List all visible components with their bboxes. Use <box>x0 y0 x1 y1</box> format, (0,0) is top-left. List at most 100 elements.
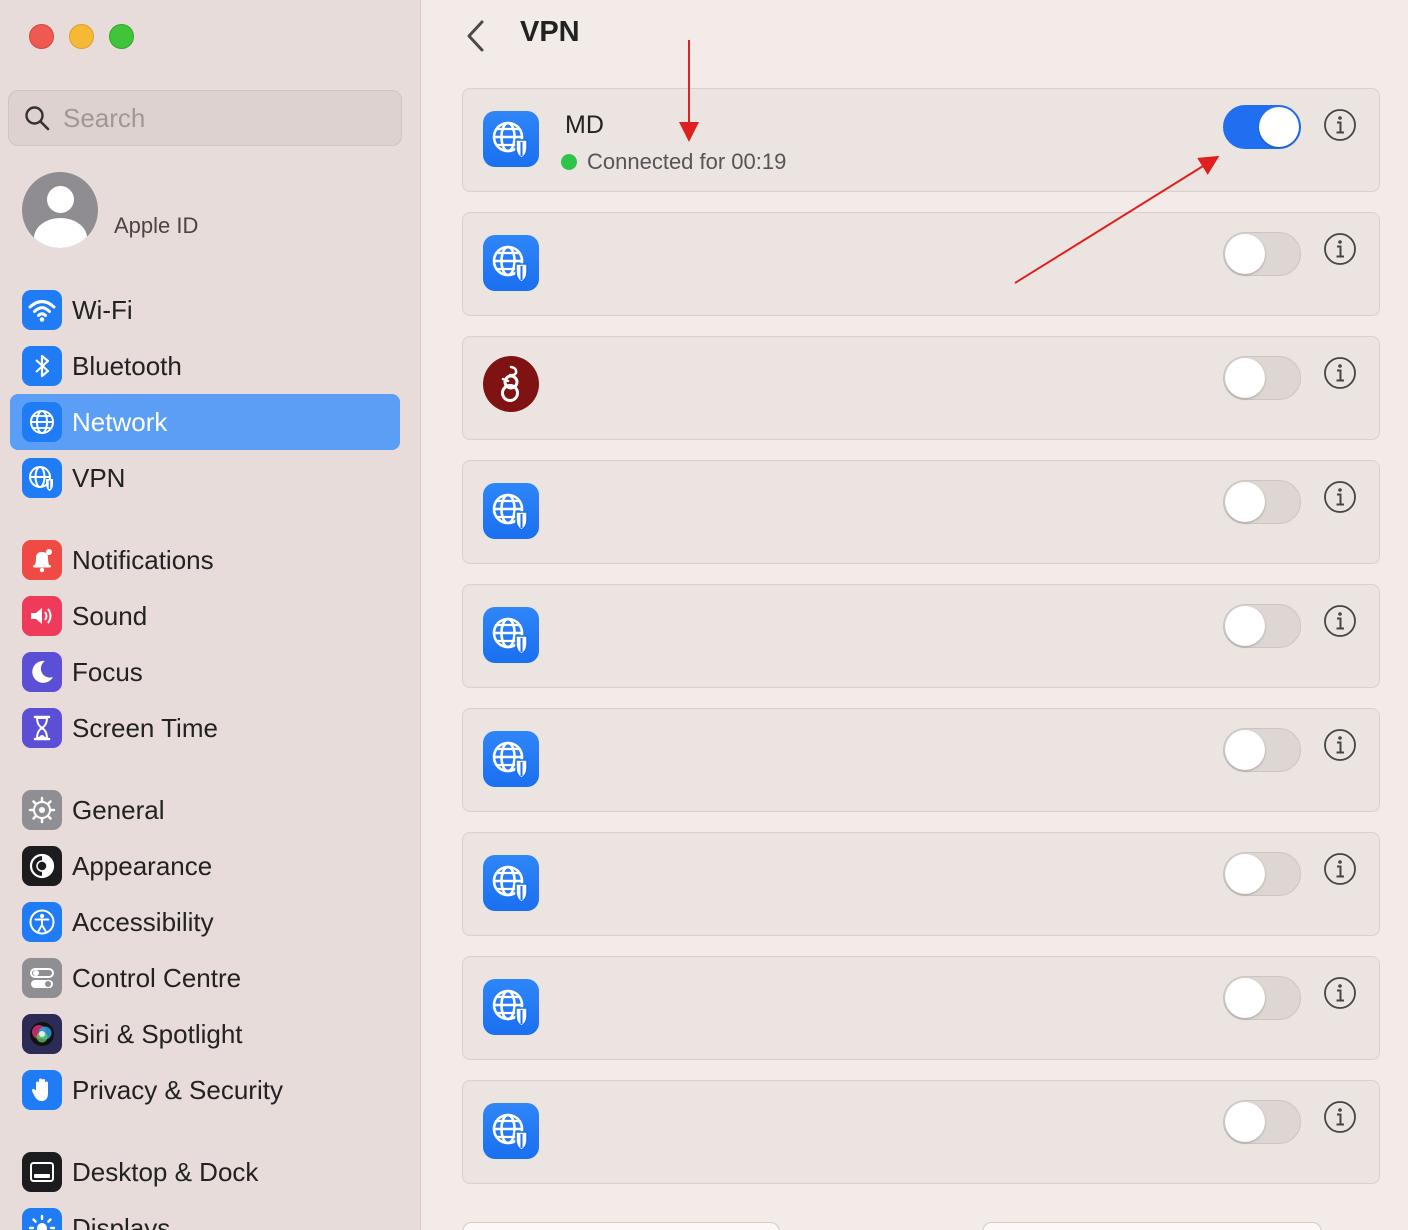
vpn-connection-row[interactable] <box>462 460 1380 564</box>
bluetooth-icon <box>22 346 62 386</box>
appearance-icon <box>22 846 62 886</box>
gear-icon <box>22 790 62 830</box>
info-icon[interactable] <box>1323 976 1357 1010</box>
sidebar-item-privacy-security[interactable]: Privacy & Security <box>10 1062 400 1118</box>
back-button[interactable] <box>460 18 490 54</box>
vpn-options-button[interactable] <box>982 1222 1322 1230</box>
hourglass-icon <box>22 708 62 748</box>
chevron-left-icon <box>467 20 484 52</box>
vpn-toggle[interactable] <box>1223 728 1301 772</box>
vpn-connection-row[interactable] <box>462 956 1380 1060</box>
vpn-toggle[interactable] <box>1223 480 1301 524</box>
siri-icon <box>22 1014 62 1054</box>
sidebar-item-focus[interactable]: Focus <box>10 644 400 700</box>
vpn-globe-icon <box>483 855 539 911</box>
vpn-connection-row[interactable] <box>462 832 1380 936</box>
vpn-toggle[interactable] <box>1223 232 1301 276</box>
sidebar-item-label: Displays <box>72 1212 171 1230</box>
sidebar-item-siri-spotlight[interactable]: Siri & Spotlight <box>10 1006 400 1062</box>
sidebar-item-desktop-dock[interactable]: Desktop & Dock <box>10 1144 400 1200</box>
sidebar-item-label: General <box>72 794 165 825</box>
sidebar-group-general: General Appearance Accessibility Control… <box>10 782 400 1118</box>
sidebar-item-label: Privacy & Security <box>72 1074 283 1105</box>
sidebar-item-label: Network <box>72 406 168 437</box>
sidebar: Apple ID Wi-Fi Bluetooth Network VPN <box>0 0 421 1230</box>
sidebar-item-label: Focus <box>72 656 143 687</box>
accessibility-icon <box>22 902 62 942</box>
vpn-connection-name: MD <box>565 111 604 139</box>
sidebar-item-vpn[interactable]: VPN <box>10 450 400 506</box>
sidebar-item-wifi[interactable]: Wi-Fi <box>10 282 400 338</box>
minimize-window-button[interactable] <box>69 24 94 49</box>
hand-icon <box>22 1070 62 1110</box>
vpn-connection-row[interactable] <box>462 708 1380 812</box>
bell-icon <box>22 540 62 580</box>
sidebar-item-displays[interactable]: Displays <box>10 1200 400 1230</box>
sidebar-item-sound[interactable]: Sound <box>10 588 400 644</box>
page-title: VPN <box>520 16 580 48</box>
vpn-toggle[interactable] <box>1223 105 1301 149</box>
info-icon[interactable] <box>1323 108 1357 142</box>
info-icon[interactable] <box>1323 480 1357 514</box>
vpn-globe-icon <box>483 607 539 663</box>
connected-status-dot <box>561 154 577 170</box>
sidebar-group-desktop: Desktop & Dock Displays <box>10 1144 400 1230</box>
main-content: VPN MD Connected for 00:19 <box>422 0 1408 1230</box>
search-icon <box>25 106 50 131</box>
vpn-globe-icon <box>483 483 539 539</box>
sidebar-item-appearance[interactable]: Appearance <box>10 838 400 894</box>
sidebar-item-label: Notifications <box>72 544 214 575</box>
sidebar-item-label: Sound <box>72 600 148 631</box>
sidebar-item-notifications[interactable]: Notifications <box>10 532 400 588</box>
moon-icon <box>22 652 62 692</box>
sun-icon <box>22 1208 62 1230</box>
vpn-toggle[interactable] <box>1223 1100 1301 1144</box>
vpn-globe-icon <box>483 235 539 291</box>
vpn-globe-icon <box>483 111 539 167</box>
vpn-connection-row[interactable] <box>462 1080 1380 1184</box>
sidebar-item-accessibility[interactable]: Accessibility <box>10 894 400 950</box>
add-vpn-configuration-button[interactable] <box>462 1222 780 1230</box>
sidebar-item-screen-time[interactable]: Screen Time <box>10 700 400 756</box>
vpn-globe-icon <box>22 458 62 498</box>
sidebar-item-label: VPN <box>72 462 126 493</box>
sidebar-item-label: Wi-Fi <box>72 294 133 325</box>
vpn-globe-icon <box>483 731 539 787</box>
sidebar-item-label: Screen Time <box>72 712 218 743</box>
apple-id-row[interactable]: Apple ID <box>22 172 198 248</box>
sidebar-item-label: Desktop & Dock <box>72 1156 259 1187</box>
vpn-connection-row[interactable] <box>462 212 1380 316</box>
vpn-connection-row[interactable] <box>462 336 1380 440</box>
info-icon[interactable] <box>1323 852 1357 886</box>
avatar <box>22 172 98 248</box>
sidebar-item-network[interactable]: Network <box>10 394 400 450</box>
sidebar-item-general[interactable]: General <box>10 782 400 838</box>
info-icon[interactable] <box>1323 1100 1357 1134</box>
info-icon[interactable] <box>1323 728 1357 762</box>
info-icon[interactable] <box>1323 604 1357 638</box>
wifi-icon <box>22 290 62 330</box>
search-input[interactable] <box>63 102 363 134</box>
sidebar-item-label: Appearance <box>72 850 213 881</box>
dock-icon <box>22 1152 62 1192</box>
vpn-connection-row[interactable] <box>462 584 1380 688</box>
sidebar-item-control-centre[interactable]: Control Centre <box>10 950 400 1006</box>
vpn-toggle[interactable] <box>1223 604 1301 648</box>
search-field[interactable] <box>8 90 402 146</box>
info-icon[interactable] <box>1323 356 1357 390</box>
sidebar-group-notifications: Notifications Sound Focus Screen Time <box>10 532 400 756</box>
maximize-window-button[interactable] <box>109 24 134 49</box>
vpn-toggle[interactable] <box>1223 852 1301 896</box>
close-window-button[interactable] <box>29 24 54 49</box>
sidebar-item-label: Siri & Spotlight <box>72 1018 243 1049</box>
vpn-connection-row[interactable]: MD Connected for 00:19 <box>462 88 1380 192</box>
vpn-toggle[interactable] <box>1223 976 1301 1020</box>
sidebar-group-network: Wi-Fi Bluetooth Network VPN <box>10 282 400 506</box>
globe-icon <box>22 402 62 442</box>
sidebar-item-bluetooth[interactable]: Bluetooth <box>10 338 400 394</box>
info-icon[interactable] <box>1323 232 1357 266</box>
vpn-status-text: Connected for 00:19 <box>587 149 787 174</box>
vpn-toggle[interactable] <box>1223 356 1301 400</box>
speaker-icon <box>22 596 62 636</box>
sidebar-item-label: Control Centre <box>72 962 242 993</box>
